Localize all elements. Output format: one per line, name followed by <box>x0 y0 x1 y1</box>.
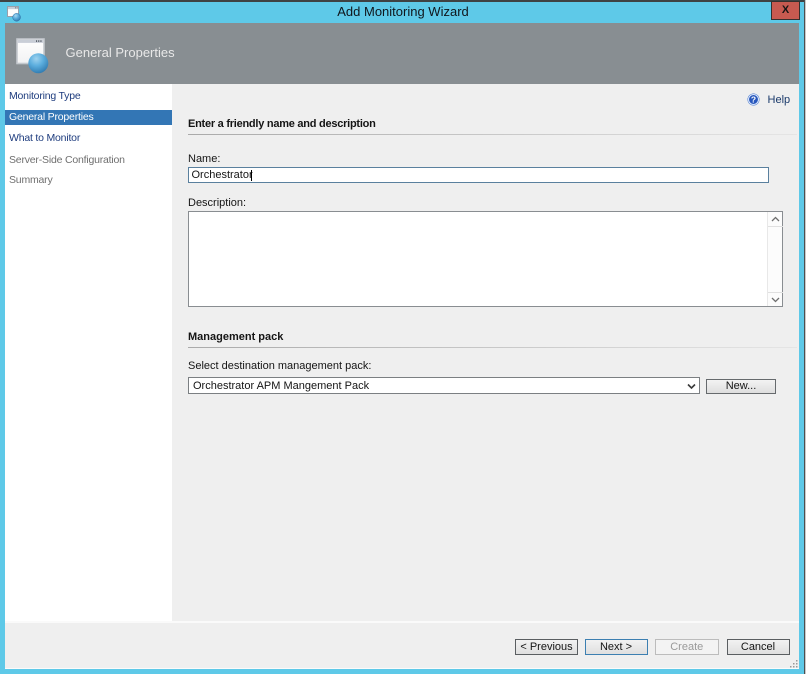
svg-text:?: ? <box>751 95 756 105</box>
